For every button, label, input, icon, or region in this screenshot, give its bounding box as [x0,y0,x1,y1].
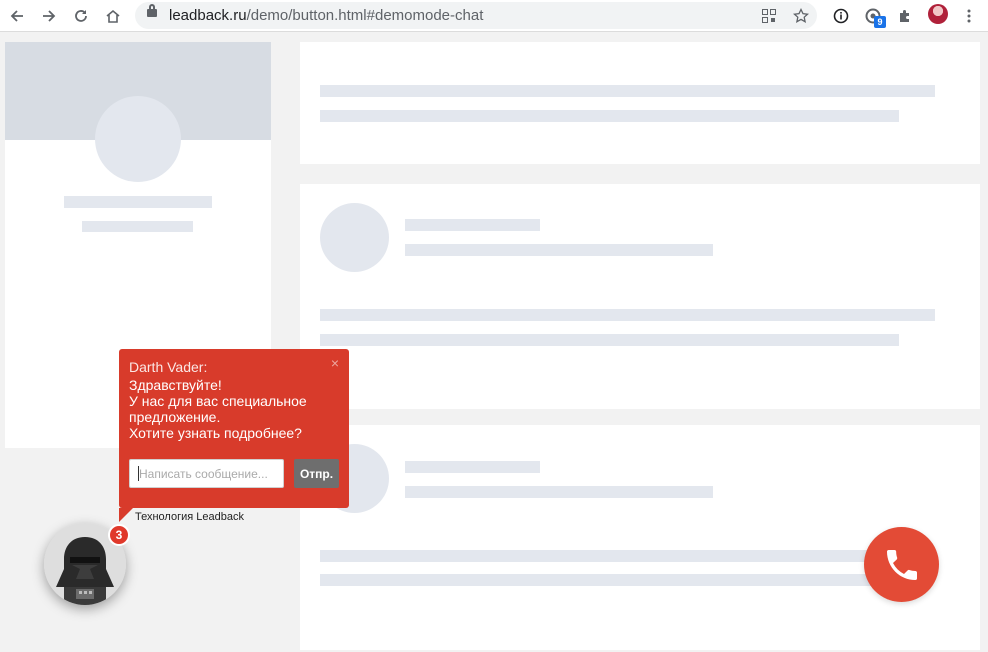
arrow-left-icon[interactable] [5,4,29,28]
profile-avatar-icon[interactable] [928,4,948,24]
extension-badge: 9 [874,16,886,28]
post-card-placeholder [300,184,980,409]
name-placeholder [64,196,212,208]
author-name-placeholder [405,219,540,231]
qr-code-icon[interactable] [757,4,781,28]
url-path: /demo/button.html#demomode-chat [246,7,484,24]
text-line-placeholder [320,309,935,321]
avatar-placeholder [95,96,181,182]
unread-badge: 3 [108,524,130,546]
meta-line-placeholder [405,486,713,498]
more-vert-icon[interactable] [957,4,981,28]
post-card-placeholder [300,42,980,164]
address-bar[interactable]: leadback.ru/demo/button.html#demomode-ch… [135,2,817,29]
chat-popup: × Darth Vader: Здравствуйте! У нас для в… [119,349,349,508]
url-text[interactable]: leadback.ru/demo/button.html#demomode-ch… [169,7,483,24]
send-button[interactable]: Отпр. [294,459,339,488]
url-host: leadback.ru [169,7,247,24]
text-line-placeholder [320,550,935,562]
call-button[interactable] [864,527,939,602]
home-icon[interactable] [101,4,125,28]
text-line-placeholder [320,574,899,586]
author-name-placeholder [405,461,540,473]
popup-tail [119,508,133,522]
arrow-right-icon[interactable] [37,4,61,28]
powered-by-link[interactable]: Технология Leadback [135,511,244,523]
meta-line-placeholder [405,244,713,256]
text-line-placeholder [320,85,935,97]
phone-icon [886,549,917,580]
text-line-placeholder [320,334,899,346]
reload-icon[interactable] [69,4,93,28]
chat-message: Здравствуйте! У нас для вас специальное … [129,377,307,441]
text-line-placeholder [320,110,899,122]
subtitle-placeholder [82,221,193,232]
close-icon[interactable]: × [331,355,339,371]
text-caret [138,466,139,481]
chat-sender-name: Darth Vader: [129,359,208,375]
author-avatar-placeholder [320,203,389,272]
star-icon[interactable] [789,4,813,28]
lock-icon[interactable] [147,4,157,17]
puzzle-icon[interactable] [893,4,917,28]
chat-message-input[interactable] [129,459,284,488]
browser-toolbar: leadback.ru/demo/button.html#demomode-ch… [0,0,988,32]
info-icon[interactable] [829,4,853,28]
